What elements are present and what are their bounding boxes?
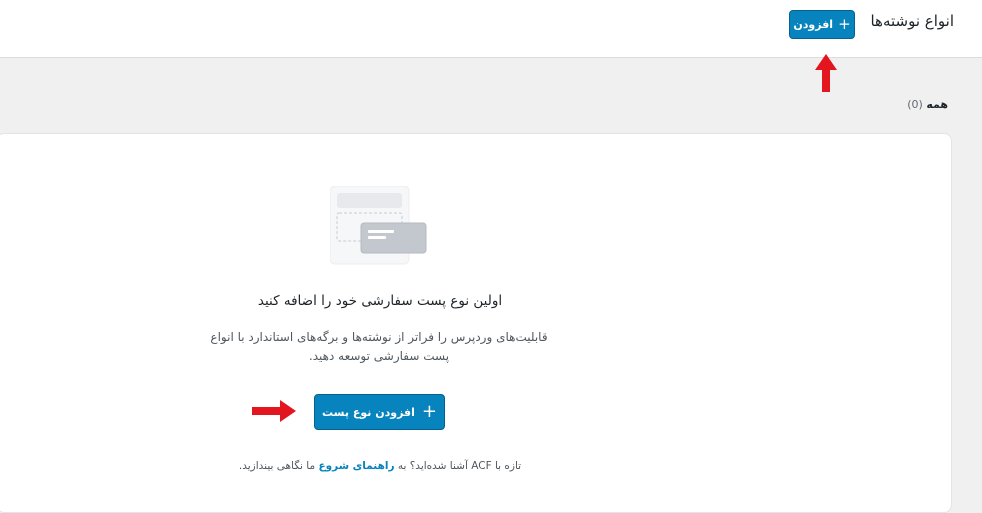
plus-icon: + <box>838 15 851 33</box>
top-header-bar: انواع نوشته‌ها + افزودن <box>0 0 982 58</box>
getting-started-guide-link[interactable]: راهنمای شروع <box>318 460 394 472</box>
annotation-arrow-up-icon <box>815 54 837 92</box>
add-new-button[interactable]: + افزودن <box>789 10 855 39</box>
getting-started-prefix: تازه با ACF آشنا شده‌اید؟ به <box>397 460 522 472</box>
empty-state-description-line-1: قابلیت‌های وردپرس را فراتر از نوشته‌ها و… <box>210 330 548 344</box>
empty-state-card <box>0 133 952 513</box>
add-new-label: افزودن <box>793 18 834 31</box>
add-post-type-button[interactable]: + افزودن نوع پست <box>314 394 445 430</box>
post-types-illustration-icon <box>330 186 427 265</box>
annotation-arrow-right-icon <box>252 400 296 422</box>
status-filter[interactable]: همه (0) <box>907 98 948 111</box>
filter-all-count: (0) <box>907 98 923 111</box>
page-title: انواع نوشته‌ها <box>870 12 954 30</box>
getting-started-note: تازه با ACF آشنا شده‌اید؟ به راهنمای شرو… <box>200 460 560 472</box>
empty-state-title: اولین نوع پست سفارشی خود را اضافه کنید <box>257 293 503 309</box>
empty-state-description: قابلیت‌های وردپرس را فراتر از نوشته‌ها و… <box>196 328 562 366</box>
plus-icon: + <box>421 401 437 422</box>
filter-all-label[interactable]: همه <box>926 98 948 111</box>
getting-started-suffix: ما نگاهی بیندازید. <box>238 460 316 472</box>
add-post-type-label: افزودن نوع پست <box>322 405 415 419</box>
empty-state-description-line-2: پست سفارشی توسعه دهید. <box>308 349 450 363</box>
